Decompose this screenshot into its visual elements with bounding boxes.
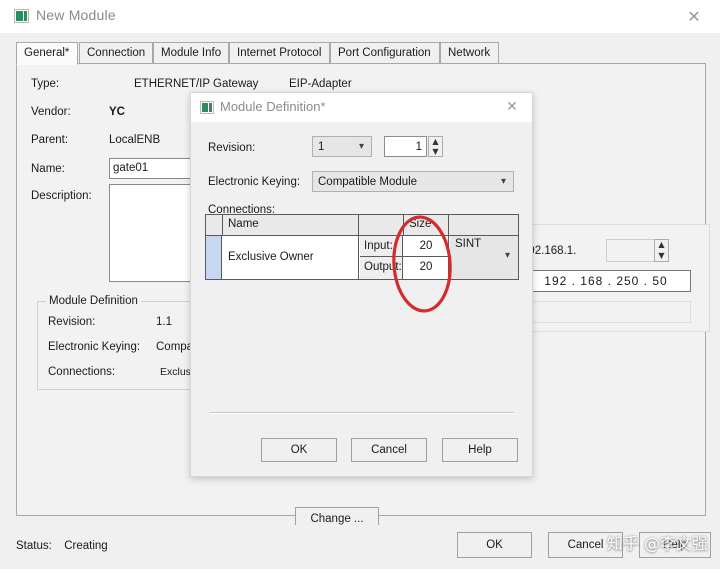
tab-module-info[interactable]: Module Info — [153, 42, 229, 64]
module-definition-group-title: Module Definition — [46, 295, 141, 307]
output-size-cell[interactable]: 20 — [404, 257, 449, 279]
description-label: Description: — [31, 190, 92, 202]
revision-minor-stepper[interactable]: ▲ ▼ — [428, 136, 443, 157]
dialog-title: Module Definition* — [220, 99, 326, 114]
grid-header-datatype — [450, 215, 518, 235]
input-size-cell[interactable]: 20 — [404, 236, 449, 257]
type-label: Type: — [31, 78, 59, 90]
vendor-value: YC — [109, 106, 125, 118]
close-icon[interactable]: ✕ — [498, 96, 526, 118]
type-value: ETHERNET/IP Gateway — [134, 78, 258, 90]
connections-grid: Name Size Exclusive Owner Input: 20 Outp… — [205, 214, 519, 280]
window-title: New Module — [36, 7, 116, 23]
input-label-cell: Input: — [360, 236, 403, 257]
dialog-keying-label: Electronic Keying: — [208, 176, 300, 188]
electronic-keying-value: Compatible Module — [318, 176, 417, 188]
parent-value: LocalENB — [109, 134, 160, 146]
md-revision-value: 1.1 — [156, 316, 172, 328]
tabstrip: General* Connection Module Info Internet… — [16, 42, 706, 64]
status-value: Creating — [64, 540, 107, 552]
status-label: Status: Creating — [16, 540, 108, 552]
grid-header-name: Name — [223, 215, 359, 235]
type-secondary-value: EIP-Adapter — [289, 78, 352, 90]
watermark: 知乎 @李文强 — [607, 530, 708, 554]
ip-address-input[interactable]: 192 . 168 . 250 . 50 — [521, 270, 691, 292]
tab-network[interactable]: Network — [440, 42, 499, 64]
module-icon — [200, 101, 214, 114]
connections-grid-header: Name Size — [206, 215, 518, 236]
status-label-text: Status: — [16, 540, 52, 552]
ip-secondary-input[interactable] — [521, 301, 691, 323]
connection-name-cell[interactable]: Exclusive Owner — [223, 236, 359, 279]
revision-major-value: 1 — [318, 141, 324, 153]
chevron-down-icon: ▾ — [505, 250, 510, 261]
chevron-down-icon: ▾ — [359, 137, 364, 157]
data-type-select[interactable]: SINT ▾ — [450, 236, 518, 279]
module-icon — [14, 9, 29, 23]
close-icon[interactable]: ✕ — [676, 5, 712, 29]
grid-header-blank — [360, 215, 404, 235]
electronic-keying-select[interactable]: Compatible Module ▾ — [312, 171, 514, 192]
module-definition-dialog: Module Definition* ✕ Revision: 1 ▾ 1 ▲ ▼… — [190, 92, 533, 477]
window-titlebar: New Module ✕ — [0, 0, 720, 34]
dialog-titlebar: Module Definition* ✕ — [191, 93, 532, 122]
parent-label: Parent: — [31, 134, 68, 146]
dialog-cancel-button[interactable]: Cancel — [351, 438, 427, 462]
md-connections-label: Connections: — [48, 366, 115, 378]
vendor-label: Vendor: — [31, 106, 71, 118]
tab-connection[interactable]: Connection — [79, 42, 153, 64]
revision-minor-value: 1 — [416, 137, 422, 157]
ip-address-panel: 192.168.1. ▲ ▼ 192 . 168 . 250 . 50 — [515, 224, 710, 332]
md-revision-label: Revision: — [48, 316, 95, 328]
tab-general[interactable]: General* — [16, 42, 78, 65]
name-label: Name: — [31, 163, 65, 175]
stepper-up-icon[interactable]: ▲ — [655, 240, 668, 251]
stepper-up-icon[interactable]: ▲ — [429, 137, 442, 147]
md-keying-label: Electronic Keying: — [48, 341, 140, 353]
dialog-help-button[interactable]: Help — [442, 438, 518, 462]
chevron-down-icon: ▾ — [501, 172, 506, 192]
tab-port-configuration[interactable]: Port Configuration — [330, 42, 440, 64]
main-ok-button[interactable]: OK — [457, 532, 532, 558]
grid-header-selector — [206, 215, 223, 235]
stepper-down-icon[interactable]: ▼ — [429, 147, 442, 157]
ip-prefix-stepper[interactable]: ▲ ▼ — [654, 239, 669, 262]
grid-row-selector[interactable] — [206, 236, 222, 279]
dialog-revision-label: Revision: — [208, 142, 255, 154]
dialog-body: Revision: 1 ▾ 1 ▲ ▼ Electronic Keying: C… — [191, 122, 532, 476]
dialog-separator — [209, 412, 514, 414]
revision-major-select[interactable]: 1 ▾ — [312, 136, 372, 157]
dialog-ok-button[interactable]: OK — [261, 438, 337, 462]
grid-header-size: Size — [404, 215, 449, 235]
output-label-cell: Output: — [360, 257, 403, 279]
new-module-window: New Module ✕ General* Connection Module … — [0, 0, 720, 569]
tab-internet-protocol[interactable]: Internet Protocol — [229, 42, 330, 64]
stepper-down-icon[interactable]: ▼ — [655, 251, 668, 262]
data-type-value: SINT — [455, 238, 481, 250]
revision-minor-input[interactable]: 1 — [384, 136, 427, 157]
